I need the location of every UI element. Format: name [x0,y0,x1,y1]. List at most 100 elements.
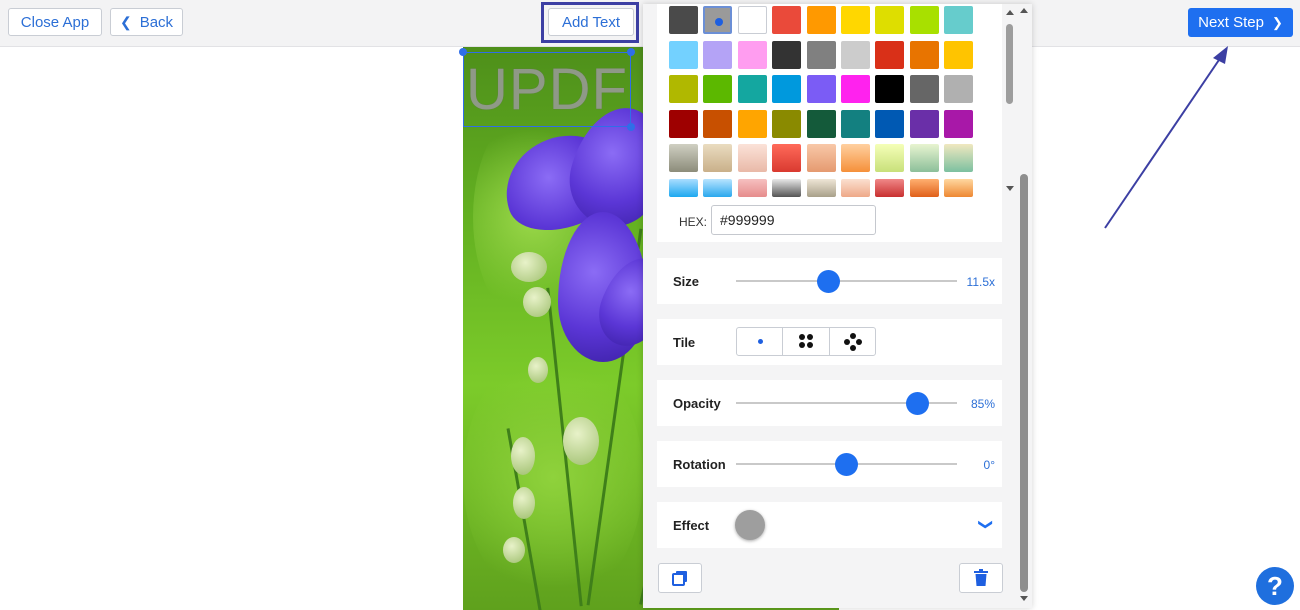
color-swatch[interactable] [703,40,733,69]
trash-icon [974,569,988,586]
close-app-button[interactable]: Close App [8,8,102,36]
color-swatch[interactable] [772,144,802,172]
color-swatch[interactable] [772,109,802,138]
color-swatch[interactable] [806,109,836,138]
opacity-label: Opacity [673,396,721,411]
color-swatch[interactable] [669,6,698,34]
color-swatch[interactable] [737,40,767,69]
color-swatch[interactable] [772,178,802,197]
color-swatch[interactable] [909,144,939,172]
color-swatch[interactable] [875,40,905,69]
color-swatch[interactable] [909,178,939,197]
color-swatch[interactable] [806,40,836,69]
rotation-slider-thumb[interactable] [835,453,858,476]
color-swatch[interactable] [703,178,733,197]
annotation-arrow [1104,46,1228,229]
color-swatch[interactable] [669,40,698,69]
color-swatch[interactable] [841,40,870,69]
color-swatch[interactable] [944,144,974,172]
scroll-down-icon[interactable] [1006,186,1014,191]
color-swatch[interactable] [909,75,939,103]
color-swatch[interactable] [703,109,733,138]
tile-control: Tile [657,319,1002,365]
tile-single-option[interactable] [737,328,784,355]
single-dot-icon [758,339,763,344]
color-swatch[interactable] [875,109,905,138]
panel-scrollbar[interactable] [1017,4,1031,608]
tile-scatter-option[interactable] [830,328,875,355]
resize-handle[interactable] [627,48,635,56]
color-swatch[interactable] [806,6,836,34]
color-swatch[interactable] [841,144,870,172]
size-slider-track[interactable] [736,280,957,282]
color-swatch[interactable] [669,75,698,103]
color-swatch[interactable] [944,178,974,197]
back-label: Back [139,13,174,31]
hex-value: #999999 [720,212,775,228]
color-swatch[interactable] [669,109,698,138]
watermark-text[interactable]: UPDF [466,56,636,123]
color-swatch[interactable] [944,109,974,138]
next-step-label: Next Step [1198,14,1264,31]
back-button[interactable]: ❮ Back [110,8,183,36]
opacity-slider-thumb[interactable] [905,392,929,415]
copy-icon [672,571,687,586]
color-swatch[interactable] [669,178,698,197]
color-swatch[interactable] [737,6,767,34]
color-swatch[interactable] [875,144,905,172]
scroll-up-icon[interactable] [1020,8,1028,13]
color-swatch[interactable] [841,178,870,197]
color-swatch[interactable] [909,109,939,138]
color-swatch[interactable] [944,6,974,34]
color-swatch[interactable] [806,75,836,103]
tile-grid-option[interactable] [783,328,830,355]
color-swatch[interactable] [875,75,905,103]
chevron-right-icon: ❯ [1271,14,1283,30]
rotation-label: Rotation [673,457,726,472]
color-swatch[interactable] [875,178,905,197]
resize-handle[interactable] [459,48,467,56]
scroll-down-icon[interactable] [1020,596,1028,601]
color-swatch[interactable] [737,144,767,172]
help-button[interactable]: ? [1256,567,1294,605]
color-swatch[interactable] [737,178,767,197]
opacity-control: Opacity 85% [657,380,1002,426]
hex-label: HEX: [679,215,708,229]
color-swatch[interactable] [909,6,939,34]
resize-handle[interactable] [627,123,635,131]
delete-button[interactable] [959,563,1003,593]
duplicate-button[interactable] [658,563,702,593]
color-picker: HEX: #999999 [657,4,1014,242]
color-swatch[interactable] [841,109,870,138]
color-swatch[interactable] [772,40,802,69]
color-swatch[interactable] [737,109,767,138]
color-swatch[interactable] [772,75,802,103]
color-swatch[interactable] [944,75,974,103]
color-swatch[interactable] [909,40,939,69]
color-swatch[interactable] [944,40,974,69]
color-swatch[interactable] [703,75,733,103]
next-step-button[interactable]: Next Step ❯ [1188,8,1293,37]
effect-label: Effect [673,518,710,533]
color-swatch[interactable] [841,6,870,34]
color-swatch[interactable] [875,6,905,34]
size-control: Size 11.5x [657,258,1002,304]
swatch-scrollbar[interactable] [1005,6,1015,196]
watermark-settings-panel: HEX: #999999 Size 11.5x Tile Opacity 85%… [643,4,1032,608]
color-swatch[interactable] [703,144,733,172]
effect-color-swatch[interactable] [735,510,765,540]
color-swatch[interactable] [806,178,836,197]
color-swatch[interactable] [703,6,733,34]
color-swatch[interactable] [669,144,698,172]
help-label: ? [1267,570,1283,601]
scroll-up-icon[interactable] [1006,10,1014,15]
color-swatch[interactable] [841,75,870,103]
color-swatch[interactable] [772,6,802,34]
add-text-button[interactable]: Add Text [548,8,634,36]
color-swatch[interactable] [806,144,836,172]
size-value: 11.5x [966,275,995,289]
hex-input[interactable]: #999999 [711,205,876,235]
color-swatch[interactable] [737,75,767,103]
chevron-down-icon[interactable]: ❯ [978,519,995,531]
size-slider-thumb[interactable] [817,270,841,293]
